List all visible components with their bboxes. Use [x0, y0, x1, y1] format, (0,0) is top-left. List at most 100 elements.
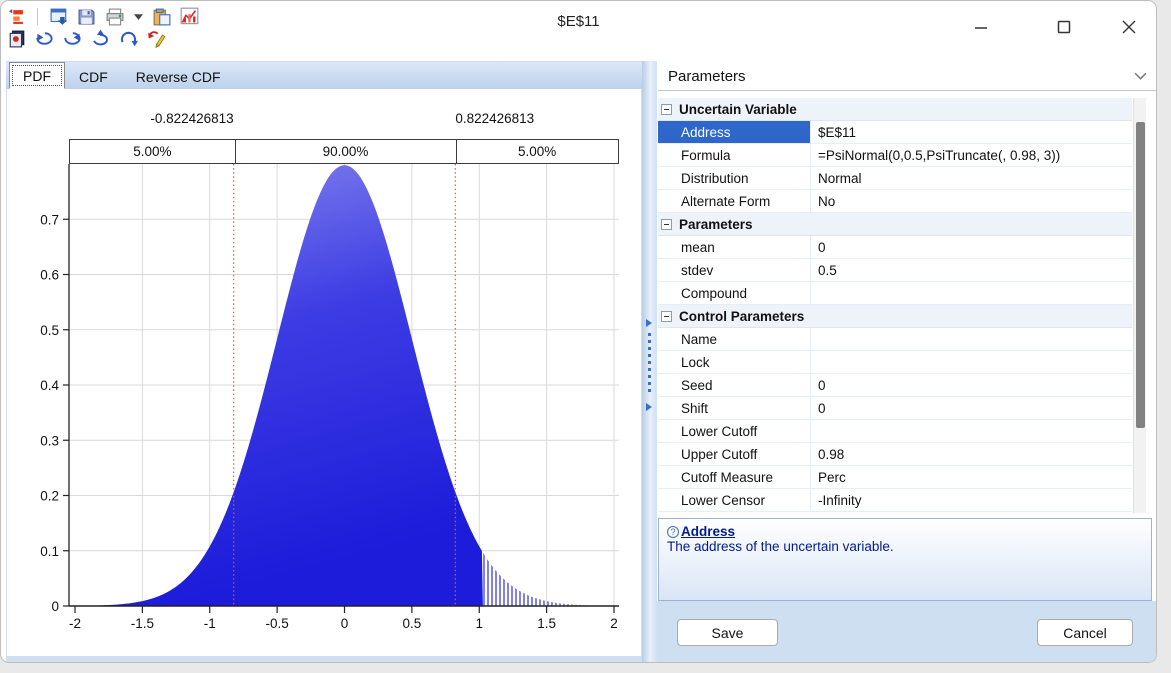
property-row[interactable]: Shift 0	[658, 397, 1132, 420]
grid-scrollbar-thumb[interactable]	[1136, 122, 1145, 428]
delimiter-value-right[interactable]: 0.822426813	[455, 111, 625, 129]
svg-text:1: 1	[475, 616, 483, 631]
group-header[interactable]: Control Parameters	[658, 305, 1132, 328]
tab-reverse-cdf[interactable]: Reverse CDF	[122, 64, 235, 89]
svg-text:1.5: 1.5	[537, 616, 556, 631]
property-label[interactable]: Name	[658, 328, 811, 350]
flip-left-icon[interactable]	[35, 29, 54, 48]
collapse-icon[interactable]	[661, 103, 672, 115]
svg-text:0.5: 0.5	[40, 323, 59, 338]
cancel-button[interactable]: Cancel	[1037, 619, 1133, 646]
tab-pdf[interactable]: PDF	[9, 62, 65, 89]
property-label[interactable]: Distribution	[658, 167, 811, 189]
property-label[interactable]: Formula	[658, 144, 811, 166]
property-value[interactable]: Normal	[811, 167, 1132, 189]
undo-edit-icon[interactable]	[147, 29, 166, 48]
group-label: Uncertain Variable	[679, 101, 797, 117]
chevron-down-icon[interactable]	[1134, 68, 1147, 85]
property-label[interactable]: stdev	[658, 259, 811, 281]
property-value[interactable]: 0	[811, 236, 1132, 258]
property-label[interactable]: Lower Cutoff	[658, 420, 811, 442]
maximize-button[interactable]	[1041, 11, 1087, 43]
grid-scrollbar[interactable]	[1133, 98, 1146, 513]
property-label[interactable]: Address	[658, 121, 811, 143]
distribution-icon[interactable]	[7, 7, 26, 26]
property-label[interactable]: mean	[658, 236, 811, 258]
property-row[interactable]: Lock	[658, 351, 1132, 374]
property-row[interactable]: Distribution Normal	[658, 167, 1132, 190]
close-button[interactable]	[1106, 11, 1152, 43]
help-title[interactable]: Address	[681, 524, 735, 539]
chart-icon[interactable]	[180, 7, 199, 26]
parameters-panel: Parameters Uncertain Variable Address $E$1…	[657, 61, 1156, 662]
property-value[interactable]	[811, 420, 1132, 442]
property-label[interactable]: Upper Cutoff	[658, 443, 811, 465]
report-window-icon[interactable]	[49, 7, 68, 26]
property-value[interactable]: -Infinity	[811, 489, 1132, 511]
property-row[interactable]: Compound	[658, 282, 1132, 305]
paste-icon[interactable]	[152, 7, 171, 26]
rotate-vertical-icon[interactable]	[91, 29, 110, 48]
panel-header[interactable]: Parameters	[658, 63, 1156, 91]
collapse-icon[interactable]	[661, 310, 672, 322]
delimiter-value-left[interactable]: -0.822426813	[69, 111, 233, 129]
property-label[interactable]: Lower Censor	[658, 489, 811, 511]
property-row[interactable]: Cutoff Measure Perc	[658, 466, 1132, 489]
property-row[interactable]: mean 0	[658, 236, 1132, 259]
svg-text:0.6: 0.6	[40, 268, 59, 283]
property-value[interactable]	[811, 351, 1132, 373]
svg-text:-1.5: -1.5	[131, 616, 154, 631]
property-value[interactable]: 0.5	[811, 259, 1132, 281]
print-icon[interactable]	[105, 7, 124, 26]
property-value[interactable]: No	[811, 190, 1132, 212]
flip-right-icon[interactable]	[63, 29, 82, 48]
property-row[interactable]: Seed 0	[658, 374, 1132, 397]
minimize-button[interactable]	[958, 11, 1004, 43]
property-row[interactable]: Name	[658, 328, 1132, 351]
property-value[interactable]	[811, 328, 1132, 350]
property-row[interactable]: stdev 0.5	[658, 259, 1132, 282]
group-header[interactable]: Uncertain Variable	[658, 98, 1132, 121]
property-value[interactable]: 0	[811, 374, 1132, 396]
pdf-plot[interactable]: 0 0.1 0.2 0.3 0.4 0.5 0.6 0.7 -2 -1.5 -1 -0.5 0 0.5 1 1…	[27, 141, 641, 646]
tab-cdf[interactable]: CDF	[65, 64, 122, 89]
svg-text:0: 0	[341, 616, 349, 631]
property-label[interactable]: Alternate Form	[658, 190, 811, 212]
group-header[interactable]: Parameters	[658, 213, 1132, 236]
pdf-chart[interactable]: -0.822426813 0.822426813 5.00% 90.00% 5.00…	[7, 89, 641, 656]
property-value[interactable]	[811, 282, 1132, 304]
copy-pages-icon[interactable]	[7, 29, 26, 48]
svg-text:-1: -1	[204, 616, 216, 631]
splitter-arrow-icon[interactable]	[646, 403, 652, 411]
property-grid: Uncertain Variable Address $E$11 Formula =Ps…	[658, 98, 1132, 512]
property-value[interactable]: =PsiNormal(0,0.5,PsiTruncate(, 0.98, 3))	[811, 144, 1132, 166]
property-label[interactable]: Compound	[658, 282, 811, 304]
property-value[interactable]: $E$11	[811, 121, 1132, 143]
property-value[interactable]: 0.98	[811, 443, 1132, 465]
pane-splitter[interactable]	[642, 61, 657, 662]
panel-header-label: Parameters	[668, 68, 746, 85]
save-button[interactable]: Save	[677, 619, 778, 646]
toolbar-row-1	[7, 7, 199, 26]
property-row[interactable]: Alternate Form No	[658, 190, 1132, 213]
property-label[interactable]: Cutoff Measure	[658, 466, 811, 488]
property-row[interactable]: Upper Cutoff 0.98	[658, 443, 1132, 466]
property-row[interactable]: Lower Censor -Infinity	[658, 489, 1132, 512]
property-label[interactable]: Lock	[658, 351, 811, 373]
property-label[interactable]: Shift	[658, 397, 811, 419]
collapse-icon[interactable]	[661, 218, 672, 230]
save-icon[interactable]	[77, 7, 96, 26]
property-label[interactable]: Seed	[658, 374, 811, 396]
property-row[interactable]: Lower Cutoff	[658, 420, 1132, 443]
splitter-grip[interactable]	[648, 333, 651, 395]
property-value[interactable]: Perc	[811, 466, 1132, 488]
chart-pane: PDF CDF Reverse CDF -0.822426813 0.8224268…	[6, 61, 642, 662]
print-dropdown-arrow-icon[interactable]	[133, 7, 143, 26]
property-value[interactable]: 0	[811, 397, 1132, 419]
rotate-right-icon[interactable]	[119, 29, 138, 48]
svg-text:0.5: 0.5	[402, 616, 421, 631]
property-row[interactable]: Formula =PsiNormal(0,0.5,PsiTruncate(, 0.…	[658, 144, 1132, 167]
property-row[interactable]: Address $E$11	[658, 121, 1132, 144]
splitter-arrow-icon[interactable]	[646, 319, 652, 327]
svg-text:0.4: 0.4	[40, 378, 59, 393]
